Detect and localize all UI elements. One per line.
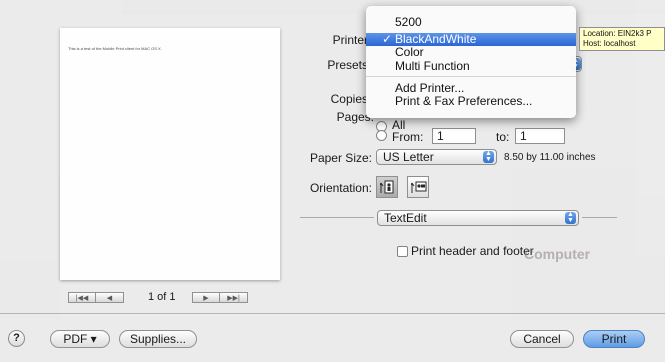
supplies-button[interactable]: Supplies... — [119, 330, 197, 348]
paper-dimensions: 8.50 by 11.00 inches — [504, 152, 596, 163]
first-page-button[interactable]: |◀◀ — [68, 292, 96, 303]
paper-size-value: US Letter — [383, 150, 434, 164]
pages-to-label: to: — [496, 130, 510, 144]
help-button[interactable]: ? — [8, 330, 25, 347]
printer-menu-separator — [366, 76, 576, 77]
pages-to-input[interactable]: 1 — [515, 128, 565, 144]
preview-nav-forward-group: ▶ ▶▶| — [192, 292, 248, 303]
app-section-popup[interactable]: TextEdit ▲ ▼ — [377, 210, 579, 226]
portrait-orientation-button[interactable] — [376, 176, 398, 198]
pages-range-radio[interactable] — [376, 130, 387, 141]
paper-size-arrows-icon: ▲ ▼ — [483, 150, 494, 163]
print-header-footer-checkbox[interactable] — [397, 246, 408, 257]
app-section-value: TextEdit — [384, 211, 427, 225]
landscape-orientation-button[interactable] — [407, 176, 429, 198]
last-page-button[interactable]: ▶▶| — [220, 292, 248, 303]
printer-menu-item-print-fax-preferences[interactable]: Print & Fax Preferences... — [366, 95, 576, 108]
portrait-icon — [380, 180, 394, 194]
orientation-label: Orientation: — [309, 181, 372, 195]
page-count: 1 of 1 — [148, 291, 176, 303]
presets-label: Presets — [327, 58, 368, 72]
print-header-footer-label: Print header and footer — [411, 244, 534, 258]
background-computer-heading: Computer — [524, 246, 591, 262]
paper-size-label: Paper Size: — [309, 151, 372, 165]
print-preview-page: This is a test of the Mobile Print clien… — [60, 28, 280, 280]
landscape-icon — [411, 181, 427, 193]
print-button[interactable]: Print — [583, 330, 645, 348]
section-divider-left — [300, 217, 374, 218]
printer-tooltip: Location: EIN2k3 P Host: localhost — [579, 27, 665, 51]
printer-menu-item-label: Add Printer... — [395, 81, 465, 95]
printer-menu-item-color[interactable]: Color — [366, 46, 576, 59]
printer-label: Printer — [332, 33, 368, 47]
copies-label: Copies — [330, 92, 368, 106]
app-section-arrows-icon: ▲ ▼ — [565, 211, 576, 224]
printer-menu-item-label: 5200 — [395, 15, 422, 29]
printer-menu-item-multi-function[interactable]: Multi Function — [366, 60, 576, 73]
next-page-button[interactable]: ▶ — [192, 292, 220, 303]
printer-menu-item-label: Multi Function — [395, 59, 470, 73]
cancel-button[interactable]: Cancel — [510, 330, 574, 348]
printer-menu: 5200 ✓ BlackAndWhite Color Multi Functio… — [366, 6, 576, 118]
preview-page-text: This is a test of the Mobile Print clien… — [68, 46, 162, 51]
section-divider-right — [582, 217, 617, 218]
pages-from-label: From: — [392, 130, 424, 144]
previous-page-button[interactable]: ◀ — [96, 292, 124, 303]
check-mark-icon: ✓ — [382, 32, 393, 46]
printer-menu-item-label: BlackAndWhite — [395, 32, 477, 46]
printer-menu-item-label: Color — [395, 45, 424, 59]
pages-from-input[interactable]: 1 — [432, 128, 476, 144]
printer-menu-item-label: Print & Fax Preferences... — [395, 94, 533, 108]
pdf-menu-button[interactable]: PDF ▾ — [50, 330, 110, 348]
paper-size-popup[interactable]: US Letter ▲ ▼ — [376, 149, 497, 165]
tooltip-host: Host: localhost — [583, 39, 636, 48]
printer-menu-item-5200[interactable]: 5200 — [366, 16, 576, 29]
tooltip-location: Location: EIN2k3 P — [583, 29, 652, 38]
bottom-divider — [0, 313, 665, 314]
preview-nav-back-group: |◀◀ ◀ — [68, 292, 124, 303]
